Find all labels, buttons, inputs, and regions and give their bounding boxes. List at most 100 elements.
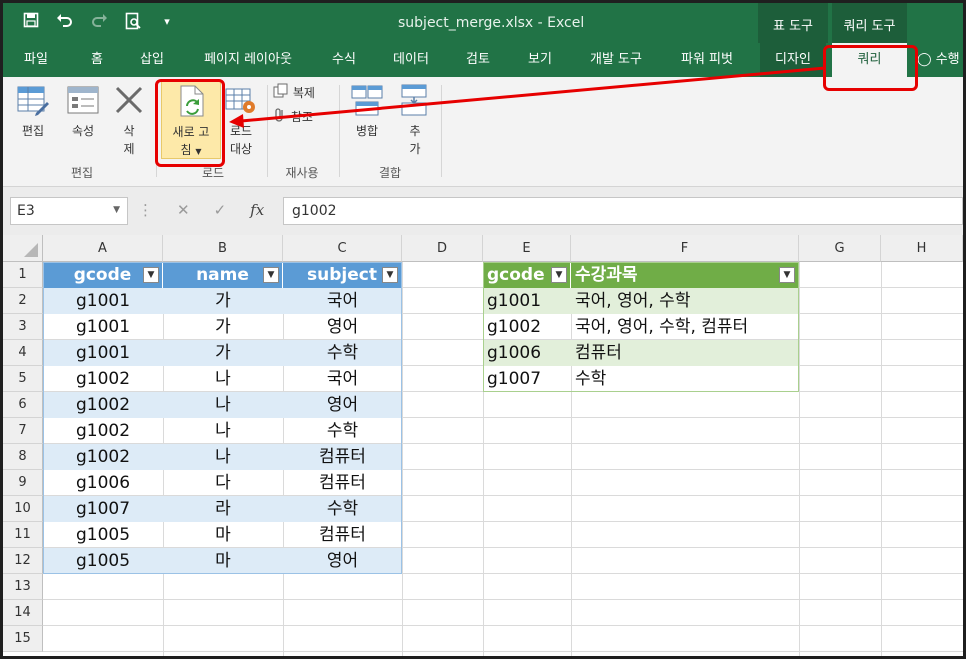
row-header[interactable]: 8	[3, 444, 43, 470]
enter-check-icon[interactable]: ✓	[214, 201, 227, 219]
save-icon[interactable]	[21, 12, 41, 34]
tab-review[interactable]: 검토	[453, 43, 503, 77]
table-cell[interactable]: g1005	[43, 548, 163, 574]
tab-insert[interactable]: 삽입	[127, 43, 177, 77]
edit-button[interactable]: 편집	[11, 83, 55, 140]
undo-icon[interactable]	[55, 12, 75, 34]
filter-dropdown-icon[interactable]: ▼	[779, 267, 795, 283]
tab-page-layout[interactable]: 페이지 레이아웃	[189, 43, 307, 77]
customize-icon[interactable]: ▾	[157, 12, 177, 34]
table-cell[interactable]: g1007	[43, 496, 163, 522]
tab-power-pivot[interactable]: 파워 피벗	[667, 43, 747, 77]
row-header[interactable]: 11	[3, 522, 43, 548]
table-cell[interactable]: 수학	[283, 418, 402, 444]
row-header[interactable]: 4	[3, 340, 43, 366]
row-header[interactable]: 15	[3, 626, 43, 652]
table-cell[interactable]: g1002	[43, 444, 163, 470]
properties-button[interactable]: 속성	[61, 83, 105, 140]
table-cell[interactable]: 가	[163, 340, 283, 366]
table-cell[interactable]: 수학	[283, 340, 402, 366]
filter-dropdown-icon[interactable]: ▼	[263, 267, 279, 283]
tab-formulas[interactable]: 수식	[319, 43, 369, 77]
formula-input[interactable]: g1002	[283, 197, 963, 225]
table-cell[interactable]: 라	[163, 496, 283, 522]
merge-button[interactable]: 병합	[345, 83, 389, 140]
row-header[interactable]: 13	[3, 574, 43, 600]
append-button[interactable]: 추 가	[395, 83, 435, 158]
table-cell[interactable]: g1002	[43, 366, 163, 392]
table-cell[interactable]: 컴퓨터	[571, 340, 799, 366]
table-cell[interactable]: 수학	[571, 366, 799, 392]
tab-developer[interactable]: 개발 도구	[579, 43, 653, 77]
filter-dropdown-icon[interactable]: ▼	[382, 267, 398, 283]
row-header[interactable]: 14	[3, 600, 43, 626]
column-header-h[interactable]: H	[881, 235, 963, 262]
table-cell[interactable]: 수학	[283, 496, 402, 522]
tab-view[interactable]: 보기	[515, 43, 565, 77]
table-cell[interactable]: 나	[163, 418, 283, 444]
load-to-button[interactable]: 로드 대상	[223, 83, 259, 158]
table-cell[interactable]: 컴퓨터	[283, 522, 402, 548]
insert-function-icon[interactable]: fx	[250, 201, 264, 219]
table-cell[interactable]: 마	[163, 548, 283, 574]
tab-design[interactable]: 디자인	[760, 43, 826, 77]
tab-home[interactable]: 홈	[77, 43, 117, 77]
column-header-f[interactable]: F	[571, 235, 799, 262]
table-cell[interactable]: g1001	[43, 288, 163, 314]
table-cell[interactable]: 영어	[283, 548, 402, 574]
table-cell[interactable]: 다	[163, 470, 283, 496]
table-cell[interactable]: 국어, 영어, 수학	[571, 288, 799, 314]
tab-file[interactable]: 파일	[13, 43, 59, 77]
delete-button[interactable]: 삭 제	[109, 83, 149, 158]
row-header[interactable]: 9	[3, 470, 43, 496]
row-header[interactable]: 1	[3, 262, 43, 288]
row-header[interactable]: 3	[3, 314, 43, 340]
table-cell[interactable]: 컴퓨터	[283, 444, 402, 470]
table-cell[interactable]: g1001	[483, 288, 571, 314]
table-cell[interactable]: 나	[163, 366, 283, 392]
table-cell[interactable]: g1007	[483, 366, 571, 392]
row-header[interactable]: 7	[3, 418, 43, 444]
row-header[interactable]: 5	[3, 366, 43, 392]
row-header[interactable]: 2	[3, 288, 43, 314]
table-cell[interactable]: g1002	[483, 314, 571, 340]
column-header-b[interactable]: B	[163, 235, 283, 262]
table-cell[interactable]: 가	[163, 288, 283, 314]
column-header-c[interactable]: C	[283, 235, 402, 262]
table-header-cell[interactable]: subject ▼	[283, 262, 402, 288]
table-header-cell[interactable]: gcode ▼	[43, 262, 163, 288]
table-cell[interactable]: 영어	[283, 392, 402, 418]
row-header[interactable]: 10	[3, 496, 43, 522]
table-cell[interactable]: g1002	[43, 418, 163, 444]
table-cell[interactable]: 마	[163, 522, 283, 548]
table-cell[interactable]: g1006	[483, 340, 571, 366]
table-cell[interactable]: 국어	[283, 366, 402, 392]
table-cell[interactable]: 국어, 영어, 수학, 컴퓨터	[571, 314, 799, 340]
row-header[interactable]: 6	[3, 392, 43, 418]
redo-icon[interactable]	[89, 12, 109, 34]
table-cell[interactable]: g1006	[43, 470, 163, 496]
cancel-icon[interactable]: ✕	[177, 201, 190, 219]
column-header-e[interactable]: E	[483, 235, 571, 262]
table-header-cell[interactable]: 수강과목 ▼	[571, 262, 799, 288]
column-header-g[interactable]: G	[799, 235, 881, 262]
worksheet-grid[interactable]: A B C D E F G H 1 2 3 4 5 6 7 8 9 10 11 12 13 14 15 gcode ▼ name ▼…	[3, 235, 963, 656]
table-cell[interactable]: g1001	[43, 314, 163, 340]
tab-data[interactable]: 데이터	[383, 43, 439, 77]
reference-button[interactable]: 참조	[273, 107, 333, 128]
table-cell[interactable]: g1002	[43, 392, 163, 418]
table-cell[interactable]: 나	[163, 444, 283, 470]
column-header-d[interactable]: D	[402, 235, 483, 262]
table-header-cell[interactable]: name ▼	[163, 262, 283, 288]
table-cell[interactable]: 컴퓨터	[283, 470, 402, 496]
tell-me-box[interactable]: ◯ 수행	[917, 43, 963, 77]
filter-dropdown-icon[interactable]: ▼	[551, 267, 567, 283]
print-preview-icon[interactable]	[123, 12, 143, 34]
table-cell[interactable]: g1005	[43, 522, 163, 548]
chevron-down-icon[interactable]: ▼	[113, 205, 120, 215]
select-all-corner[interactable]	[3, 235, 43, 262]
table-cell[interactable]: 국어	[283, 288, 402, 314]
filter-dropdown-icon[interactable]: ▼	[143, 267, 159, 283]
row-header[interactable]: 12	[3, 548, 43, 574]
duplicate-button[interactable]: 복제	[273, 83, 333, 104]
